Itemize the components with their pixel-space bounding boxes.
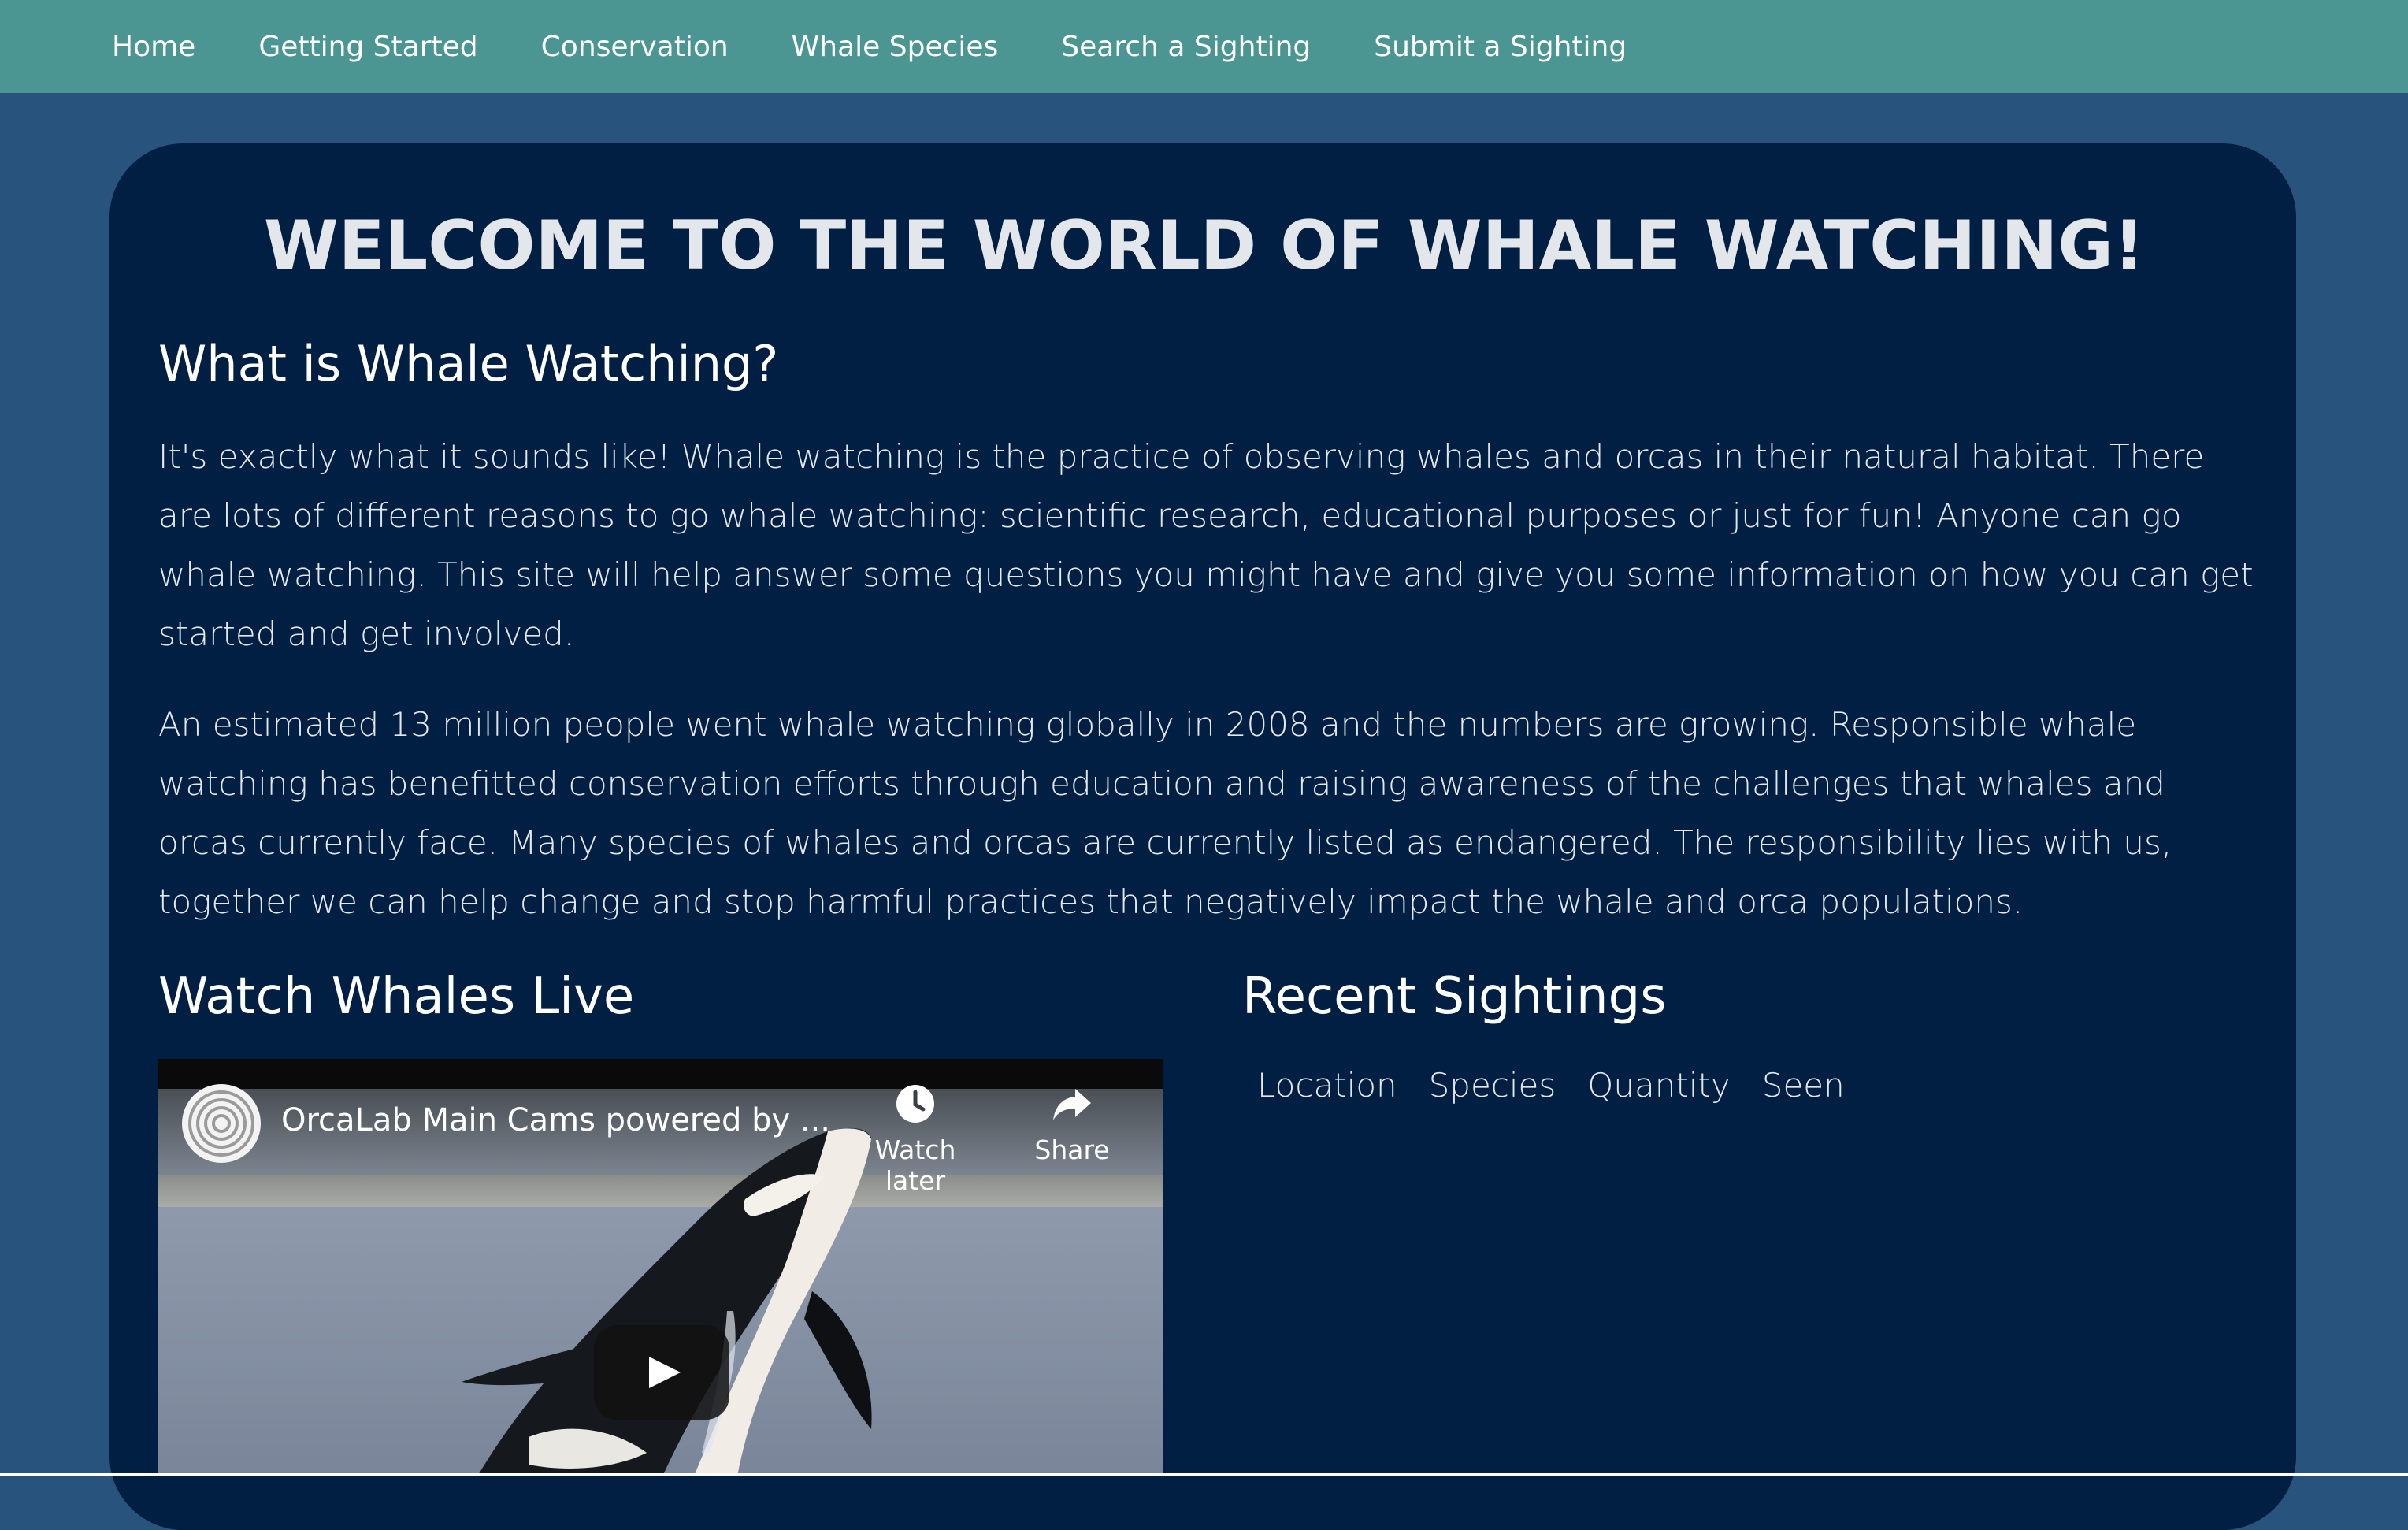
share-button[interactable]: Share	[1005, 1083, 1139, 1165]
watch-later-label: Watch later	[874, 1135, 956, 1196]
sightings-table-header: Location Species Quantity Seen	[1257, 1066, 1876, 1105]
watch-later-button[interactable]: Watch later	[848, 1083, 982, 1196]
nav-whale-species-link[interactable]: Whale Species	[792, 31, 999, 63]
clock-icon	[896, 1085, 934, 1123]
nav-search-sighting-link[interactable]: Search a Sighting	[1061, 31, 1311, 63]
video-embed[interactable]: OrcaLab Main Cams powered by ... Watch l…	[158, 1059, 1163, 1476]
page-title: Welcome to the World of Whale Watching!	[263, 206, 2145, 285]
conservation-paragraph: An estimated 13 million people went whal…	[158, 705, 2172, 921]
page-bottom-edge	[0, 1473, 2408, 1476]
channel-logo-icon[interactable]	[182, 1084, 261, 1163]
recent-sightings-heading: Recent Sightings	[1242, 967, 1667, 1026]
nav-conservation-link[interactable]: Conservation	[541, 31, 729, 63]
play-icon	[649, 1357, 681, 1388]
video-title[interactable]: OrcaLab Main Cams powered by ...	[281, 1102, 830, 1138]
play-button[interactable]	[594, 1325, 729, 1420]
what-is-whale-watching-heading: What is Whale Watching?	[158, 335, 779, 392]
column-header-quantity: Quantity	[1587, 1066, 1731, 1105]
share-label: Share	[1034, 1135, 1110, 1165]
share-arrow-icon	[1053, 1089, 1091, 1120]
column-header-location: Location	[1257, 1066, 1397, 1105]
column-header-species: Species	[1428, 1066, 1556, 1105]
nav-submit-sighting-link[interactable]: Submit a Sighting	[1374, 31, 1627, 63]
top-navbar: Home Getting Started Conservation Whale …	[0, 0, 2408, 93]
column-header-seen: Seen	[1761, 1066, 1845, 1105]
nav-home-link[interactable]: Home	[112, 31, 195, 63]
intro-paragraph: It's exactly what it sounds like! Whale …	[158, 437, 2254, 653]
watch-whales-live-heading: Watch Whales Live	[158, 967, 635, 1026]
nav-getting-started-link[interactable]: Getting Started	[258, 31, 477, 63]
